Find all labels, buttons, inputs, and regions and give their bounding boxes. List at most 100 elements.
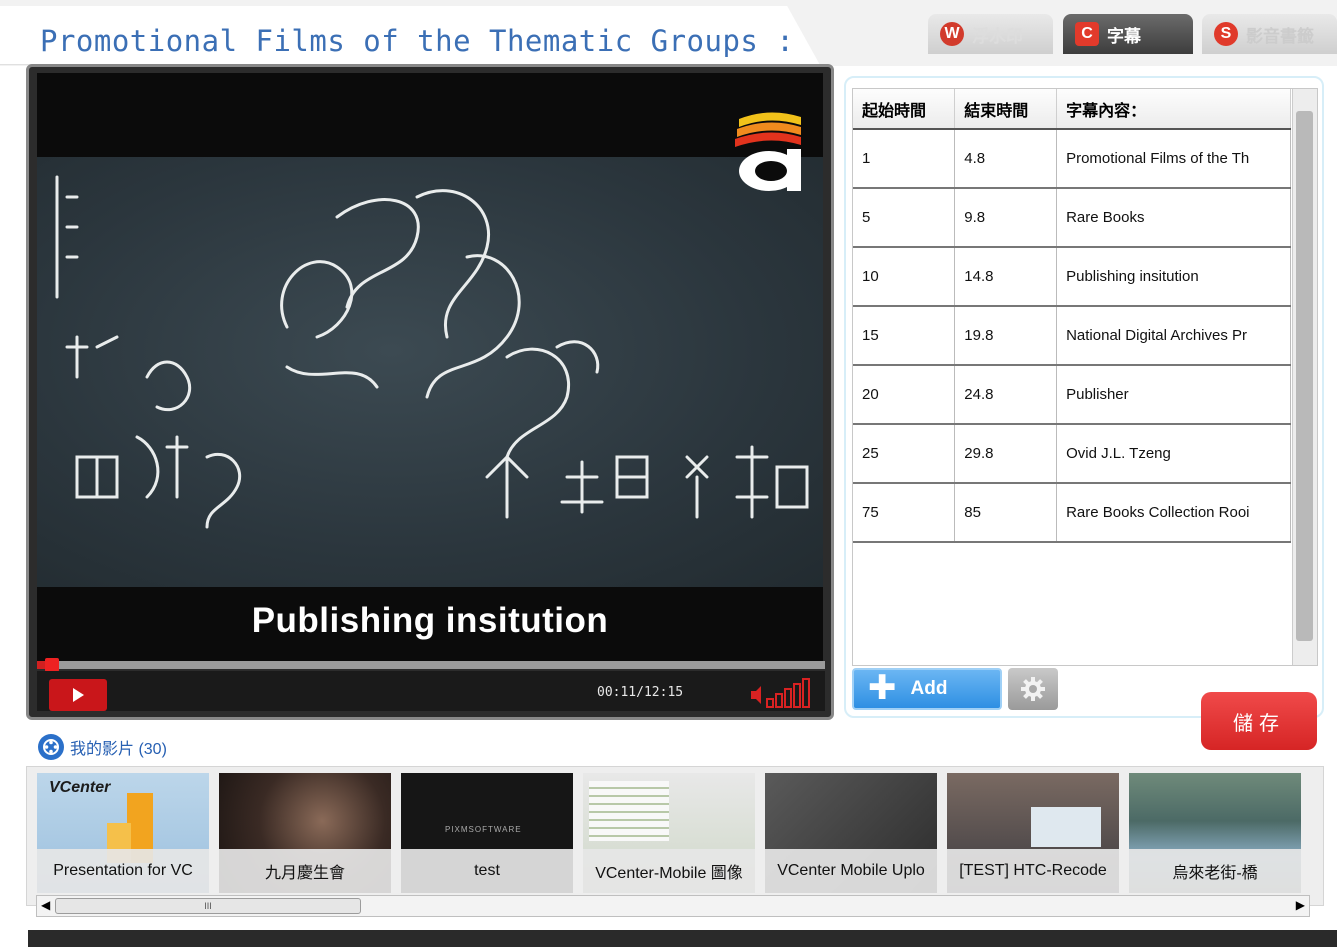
table-row[interactable]: 25 29.8 Ovid J.L. Tzeng — [853, 424, 1291, 484]
video-title: Promotional Films of the Thematic Groups… — [40, 24, 849, 58]
cell-text-value: Rare Books Collection Rooi — [1066, 504, 1250, 521]
cell-start[interactable]: 1 — [853, 129, 956, 189]
video-thumbnail[interactable]: VCenter Presentation for VC — [37, 773, 209, 893]
cell-text[interactable]: Rare Books Collection Rooi — [1056, 483, 1291, 543]
video-thumbnail[interactable]: 烏來老街-橋 — [1129, 773, 1301, 893]
subtitle-table: 起始時間 結束時間 字幕內容： 1 4.8 Promotional Films … — [853, 89, 1291, 543]
title-tab: Promotional Films of the Thematic Groups… — [0, 6, 820, 65]
video-thumbnail[interactable]: 九月慶生會 — [219, 773, 391, 893]
watermark-badge-icon: W — [940, 22, 964, 46]
thumbnail-graphic — [1031, 807, 1101, 847]
my-videos-header[interactable]: 我的影片 (30) — [38, 734, 167, 760]
cell-end[interactable]: 4.8 — [954, 129, 1058, 189]
tab-watermark[interactable]: W 浮水印 — [928, 14, 1053, 54]
volume-control[interactable] — [749, 677, 813, 714]
video-thumbnail[interactable]: PIXMSOFTWARE test — [401, 773, 573, 893]
scroll-right-icon[interactable]: ▶ — [1296, 898, 1305, 912]
add-button-label: Add — [910, 678, 948, 699]
progress-bar[interactable] — [37, 658, 825, 672]
time-separator: / — [636, 685, 644, 700]
tab-subtitles[interactable]: C 字幕 — [1063, 14, 1193, 54]
cell-end[interactable]: 24.8 — [954, 365, 1058, 425]
table-row[interactable]: 20 24.8 Publisher — [853, 365, 1291, 425]
table-vertical-scrollbar[interactable] — [1292, 89, 1317, 665]
time-current: 00:11 — [597, 685, 637, 700]
cell-start[interactable]: 5 — [853, 188, 956, 248]
video-thumbnail[interactable]: VCenter-Mobile 圖像 — [583, 773, 755, 893]
table-row[interactable]: 10 14.8 Publishing insitution — [853, 247, 1291, 307]
play-icon — [73, 688, 84, 702]
video-player: Publishing insitution 00:11/12:15 — [26, 64, 834, 720]
video-title: 九月慶生會 — [219, 849, 391, 893]
table-row[interactable]: 75 85 Rare Books Collection Rooi — [853, 483, 1291, 543]
cell-text-value: National Digital Archives Pr — [1066, 327, 1248, 344]
cell-start[interactable]: 10 — [853, 247, 956, 307]
video-thumbnail[interactable]: VCenter Mobile Uplo — [765, 773, 937, 893]
thumbnail-horizontal-scrollbar[interactable]: ◀ III ▶ — [36, 895, 1310, 917]
subtitle-table-container: 起始時間 結束時間 字幕內容： 1 4.8 Promotional Films … — [852, 88, 1318, 666]
cell-text-value: Publisher — [1066, 386, 1129, 403]
settings-button[interactable] — [1008, 668, 1058, 710]
progress-knob[interactable] — [44, 658, 59, 672]
video-viewport[interactable]: Publishing insitution — [37, 73, 823, 661]
tab-bookmarks[interactable]: S 影音書籤 — [1202, 14, 1337, 54]
horizontal-scroll-thumb[interactable]: III — [55, 898, 361, 914]
video-title: VCenter Mobile Uplo — [765, 849, 937, 893]
cell-text[interactable]: Rare Books — [1056, 188, 1291, 248]
cell-text-value: Promotional Films of the Th — [1066, 150, 1250, 167]
add-subtitle-button[interactable]: ✚ Add — [852, 668, 1002, 710]
plus-icon: ✚ — [868, 669, 897, 707]
cell-end[interactable]: 14.8 — [954, 247, 1058, 307]
cell-end[interactable]: 29.8 — [954, 424, 1058, 484]
subtitles-badge-icon: C — [1075, 22, 1099, 46]
oracle-bone-script-art — [55, 175, 809, 529]
cell-start[interactable]: 75 — [853, 483, 956, 543]
header-subtitle-content[interactable]: 字幕內容： — [1056, 89, 1291, 130]
video-title: VCenter-Mobile 圖像 — [583, 849, 755, 893]
cell-text[interactable]: National Digital Archives Pr — [1056, 306, 1291, 366]
table-row[interactable]: 5 9.8 Rare Books — [853, 188, 1291, 248]
thumbnail-overlay-text: VCenter — [49, 779, 111, 796]
scroll-left-icon[interactable]: ◀ — [41, 898, 50, 912]
tab-bookmarks-label: 影音書籤 — [1246, 26, 1314, 46]
cell-end[interactable]: 9.8 — [954, 188, 1058, 248]
time-display: 00:11/12:15 — [597, 685, 683, 700]
film-icon — [38, 734, 64, 760]
subtitle-overlay-text: Publishing insitution — [251, 601, 609, 640]
table-header-row: 起始時間 結束時間 字幕內容： — [853, 89, 1291, 130]
cell-end[interactable]: 19.8 — [954, 306, 1058, 366]
tab-subtitles-label: 字幕 — [1107, 26, 1141, 46]
cell-start[interactable]: 25 — [853, 424, 956, 484]
table-row[interactable]: 1 4.8 Promotional Films of the Th — [853, 129, 1291, 189]
cell-text-value: Rare Books — [1066, 209, 1145, 226]
play-button[interactable] — [49, 679, 107, 711]
table-row[interactable]: 15 19.8 National Digital Archives Pr — [853, 306, 1291, 366]
thumbnail-overlay-text: PIXMSOFTWARE — [445, 825, 522, 834]
thumbnail-graphic — [589, 781, 669, 841]
cell-text[interactable]: Publisher — [1056, 365, 1291, 425]
cell-start[interactable]: 15 — [853, 306, 956, 366]
bottom-bar — [28, 930, 1337, 947]
channel-logo-icon — [729, 109, 805, 200]
video-thumbnail[interactable]: [TEST] HTC-Recode — [947, 773, 1119, 893]
volume-icon — [751, 678, 810, 708]
header-start-time[interactable]: 起始時間 — [853, 89, 956, 130]
cell-text-value: Publishing insitution — [1066, 268, 1199, 285]
cell-text[interactable]: Publishing insitution — [1056, 247, 1291, 307]
player-controls: 00:11/12:15 — [37, 671, 825, 711]
cell-text-value: Ovid J.L. Tzeng — [1066, 445, 1171, 462]
video-thumbnail-strip: VCenter Presentation for VC 九月慶生會 PIXMSO… — [26, 766, 1324, 906]
title-bar: Promotional Films of the Thematic Groups… — [0, 0, 1337, 66]
video-title: Presentation for VC — [37, 849, 209, 893]
cell-text[interactable]: Ovid J.L. Tzeng — [1056, 424, 1291, 484]
save-button[interactable]: 儲存 — [1201, 692, 1317, 750]
video-title: 烏來老街-橋 — [1129, 849, 1301, 893]
cell-start[interactable]: 20 — [853, 365, 956, 425]
video-title: [TEST] HTC-Recode — [947, 849, 1119, 893]
cell-end[interactable]: 85 — [954, 483, 1058, 543]
table-scroll-thumb[interactable] — [1296, 111, 1313, 641]
gear-icon — [1021, 677, 1045, 701]
bookmarks-badge-icon: S — [1214, 22, 1238, 46]
cell-text[interactable]: Promotional Films of the Th — [1056, 129, 1291, 189]
header-end-time[interactable]: 結束時間 — [954, 89, 1058, 130]
